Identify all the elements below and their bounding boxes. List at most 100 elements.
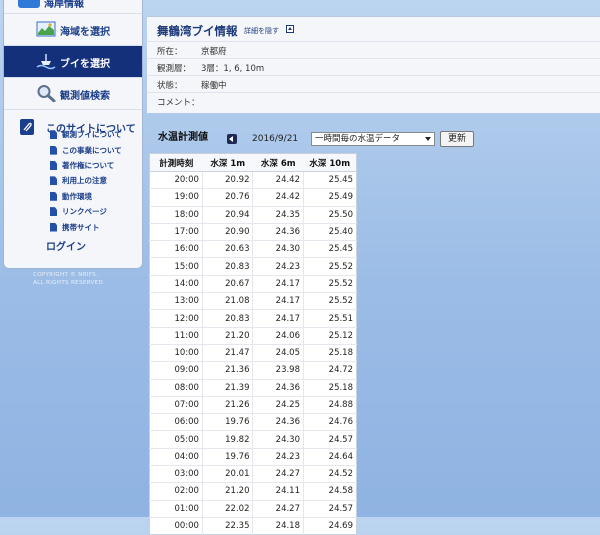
sidebar-item-label: 観測値検索 <box>60 91 110 102</box>
table-cell: 14:00 <box>149 274 203 293</box>
table-cell: 25.49 <box>303 188 357 207</box>
table-cell: 18:00 <box>149 205 203 224</box>
table-row: 15:00 20.83 24.23 25.52 <box>149 257 357 276</box>
document-icon <box>50 176 57 186</box>
table-row: 01:00 22.02 24.27 24.57 <box>149 499 357 518</box>
table-row: 16:00 20.63 24.30 25.45 <box>149 240 357 258</box>
sidebar-item-coast-info[interactable]: 海岸情報 <box>4 0 142 14</box>
table-row: 19:00 20.76 24.42 25.49 <box>149 188 357 207</box>
collapse-icon[interactable] <box>286 25 294 33</box>
table-cell: 24.27 <box>252 499 304 518</box>
sidebar-item-label: 海域を選択 <box>60 27 110 38</box>
table-cell: 24.88 <box>303 395 357 414</box>
table-row: 05:00 19.82 24.30 24.57 <box>149 430 357 449</box>
table-cell: 24.25 <box>252 395 304 414</box>
previous-day-button[interactable] <box>227 134 237 144</box>
table-cell: 16:00 <box>149 240 203 258</box>
current-date: 2016/9/21 <box>252 134 299 144</box>
table-cell: 25.18 <box>303 343 357 362</box>
update-button[interactable]: 更新 <box>440 131 474 147</box>
sidebar: 海岸情報 海域を選択 ブイを選択 観測値検索 このサイトについて 観測ブイについ… <box>3 0 143 269</box>
table-cell: 05:00 <box>149 430 203 449</box>
sidebar-item-select-buoy[interactable]: ブイを選択 <box>4 46 142 78</box>
table-cell: 19.76 <box>201 447 253 466</box>
table-cell: 23.98 <box>252 361 304 380</box>
sidebar-link-copyright[interactable]: 著作権について <box>50 158 122 173</box>
sidebar-item-select-area[interactable]: 海域を選択 <box>4 14 142 46</box>
column-header: 水深 10m <box>303 153 357 172</box>
table-cell: 20.92 <box>201 170 253 189</box>
table-cell: 11:00 <box>149 326 203 345</box>
table-row: 07:00 21.26 24.25 24.88 <box>149 395 357 414</box>
table-cell: 25.45 <box>303 240 357 258</box>
sidebar-link-links[interactable]: リンクページ <box>50 204 122 219</box>
table-cell: 24.27 <box>252 465 304 483</box>
hide-details-link[interactable]: 詳細を隠す <box>244 26 279 36</box>
table-cell: 24.35 <box>252 205 304 224</box>
table-cell: 24.36 <box>252 378 304 397</box>
table-cell: 25.51 <box>303 309 357 328</box>
table-cell: 01:00 <box>149 499 203 518</box>
copyright-notice: COPYRIGHT © NRIFS. ALL RIGHTS RESERVED. <box>33 272 106 286</box>
table-cell: 24.64 <box>303 447 357 466</box>
table-cell: 24.06 <box>252 326 304 345</box>
table-cell: 24.36 <box>252 222 304 241</box>
column-header: 水深 1m <box>202 153 253 172</box>
table-row: 09:00 21.36 23.98 24.72 <box>149 361 357 380</box>
table-cell: 25.45 <box>303 170 357 189</box>
document-icon <box>50 130 57 140</box>
table-cell: 20.63 <box>201 240 253 258</box>
table-cell: 25.52 <box>303 274 357 293</box>
table-cell: 06:00 <box>149 413 203 431</box>
table-cell: 24.52 <box>303 465 357 483</box>
table-cell: 21.26 <box>201 395 253 414</box>
sidebar-link-usage-notes[interactable]: 利用上の注意 <box>50 173 122 188</box>
table-cell: 22.35 <box>201 516 253 535</box>
sidebar-link-about-project[interactable]: この事業について <box>50 142 122 157</box>
table-cell: 21.39 <box>201 378 253 397</box>
table-cell: 04:00 <box>149 447 203 466</box>
table-cell: 21.08 <box>201 292 253 310</box>
coast-icon <box>18 0 40 8</box>
map-icon <box>36 21 56 37</box>
table-row: 20:00 20.92 24.42 25.45 <box>149 170 357 189</box>
table-cell: 03:00 <box>149 465 203 483</box>
table-cell: 24.36 <box>252 413 304 431</box>
sidebar-item-label: 海岸情報 <box>44 0 84 10</box>
table-cell: 00:00 <box>149 516 203 535</box>
info-row-status: 状態： 稼働中 <box>147 75 600 93</box>
table-cell: 10:00 <box>149 343 203 362</box>
magnifier-icon <box>37 85 56 102</box>
table-cell: 02:00 <box>149 482 203 501</box>
table-row: 10:00 21.47 24.05 25.18 <box>149 343 357 362</box>
table-row: 18:00 20.94 24.35 25.50 <box>149 205 357 224</box>
table-cell: 19:00 <box>149 188 203 207</box>
table-cell: 24.30 <box>252 430 304 449</box>
table-cell: 24.69 <box>303 516 357 535</box>
table-row: 08:00 21.39 24.36 25.18 <box>149 378 357 397</box>
table-cell: 08:00 <box>149 378 203 397</box>
column-header: 計測時刻 <box>149 153 203 172</box>
table-cell: 24.23 <box>252 257 304 276</box>
table-cell: 21.20 <box>201 326 253 345</box>
paperclip-icon <box>20 119 34 135</box>
sidebar-link-about-buoy[interactable]: 観測ブイについて <box>50 127 122 142</box>
table-cell: 20.76 <box>201 188 253 207</box>
data-type-select[interactable]: 一時間毎の水温データ <box>311 132 435 146</box>
login-link[interactable]: ログイン <box>46 238 86 253</box>
table-row: 03:00 20.01 24.27 24.52 <box>149 465 357 483</box>
table-cell: 24.58 <box>303 482 357 501</box>
table-cell: 24.11 <box>252 482 304 501</box>
sidebar-link-mobile[interactable]: 携帯サイト <box>50 219 122 234</box>
table-cell: 20.83 <box>201 257 253 276</box>
sidebar-item-search[interactable]: 観測値検索 <box>4 78 142 110</box>
table-cell: 24.42 <box>252 170 304 189</box>
document-icon <box>50 222 57 232</box>
document-icon <box>50 160 57 170</box>
buoy-icon <box>36 54 56 70</box>
table-cell: 24.18 <box>252 516 304 535</box>
sidebar-link-environment[interactable]: 動作環境 <box>50 189 122 204</box>
table-cell: 24.23 <box>252 447 304 466</box>
table-cell: 20.83 <box>201 309 253 328</box>
table-cell: 09:00 <box>149 361 203 380</box>
